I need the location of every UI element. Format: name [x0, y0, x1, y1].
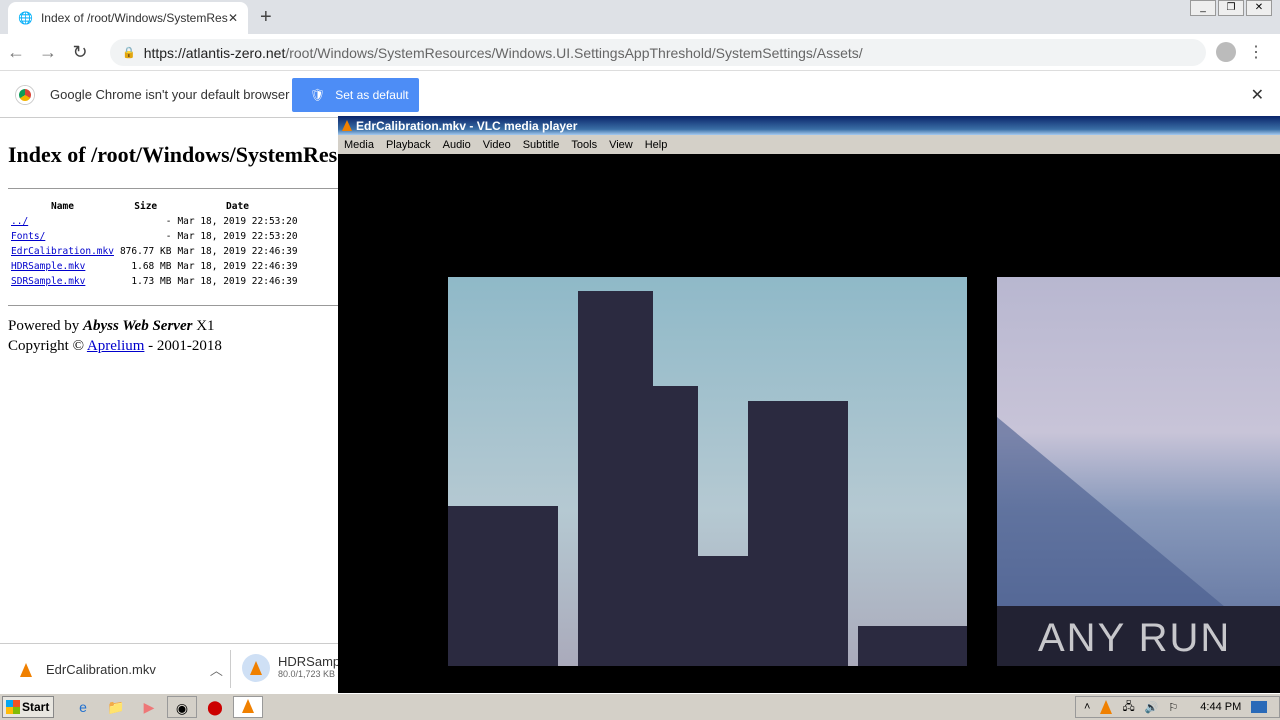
col-size: Size	[134, 201, 158, 212]
footer: Powered by Abyss Web Server X1 Copyright…	[8, 316, 338, 356]
vlc-menubar: Media Playback Audio Video Subtitle Tools View…	[338, 135, 1280, 154]
chrome-icon	[16, 85, 34, 104]
vlc-taskbar-icon[interactable]	[233, 696, 263, 718]
network-icon[interactable]: 🖧	[1122, 698, 1134, 717]
close-window-button[interactable]: ✕	[1246, 0, 1272, 16]
opera-icon[interactable]: ⬤	[200, 696, 230, 718]
volume-icon[interactable]: 🔊	[1145, 701, 1159, 714]
vlc-menu-view[interactable]: View	[603, 139, 639, 151]
server-name: Abyss Web Server	[83, 318, 193, 334]
file-size: -	[165, 216, 172, 227]
download-item[interactable]: HDRSample 80.0/1,723 KB	[242, 654, 350, 682]
file-date: Mar 18, 2019 22:53:20	[177, 231, 298, 242]
file-date: Mar 18, 2019 22:46:39	[177, 276, 298, 287]
page-content: Index of /root/Windows/SystemResources/W…	[0, 120, 338, 643]
default-browser-infobar: Google Chrome isn't your default browser…	[0, 72, 1280, 118]
file-link[interactable]: Fonts/	[11, 231, 45, 242]
chevron-up-icon[interactable]: ︿	[210, 660, 223, 679]
tab-title: Index of /root/Windows/SystemResources	[40, 11, 228, 25]
media-player-icon[interactable]: ▶	[134, 696, 164, 718]
file-link[interactable]: SDRSample.mkv	[11, 276, 85, 287]
table-row: HDRSample.mkv 1.68 MB Mar 18, 2019 22:46:3…	[8, 259, 301, 274]
shield-icon: 🛡	[310, 88, 326, 102]
vlc-menu-audio[interactable]: Audio	[437, 139, 477, 151]
table-row: EdrCalibration.mkv 876.77 KB Mar 18, 2019 …	[8, 244, 301, 259]
video-frame-city	[448, 277, 967, 666]
close-tab-icon[interactable]: ✕	[228, 11, 238, 25]
copyright: Copyright ©	[8, 338, 84, 354]
close-infobar-icon[interactable]: ✕	[1251, 85, 1264, 105]
show-hidden-icons[interactable]: ˄	[1084, 701, 1090, 713]
vlc-menu-tools[interactable]: Tools	[565, 139, 603, 151]
restore-button[interactable]: ❐	[1218, 0, 1244, 16]
back-button[interactable]: ←	[0, 42, 32, 63]
file-link[interactable]: HDRSample.mkv	[11, 261, 85, 272]
vlc-icon	[342, 120, 352, 131]
watermark: ANY RUN	[1038, 616, 1232, 660]
windows-logo-icon	[6, 700, 20, 714]
set-as-default-button[interactable]: 🛡 Set as default	[292, 78, 419, 112]
tab-bar: 🌐 Index of /root/Windows/SystemResources…	[0, 0, 1280, 34]
lock-icon: 🔒	[122, 47, 136, 59]
browser-tab[interactable]: 🌐 Index of /root/Windows/SystemResources…	[8, 2, 248, 34]
reload-button[interactable]: ↻	[64, 42, 96, 63]
vlc-tray-icon[interactable]	[1100, 700, 1113, 714]
vlc-window: EdrCalibration.mkv - VLC media player Me…	[338, 116, 1280, 693]
powered-by: Powered by	[8, 318, 80, 334]
start-button[interactable]: Start	[2, 696, 54, 718]
download-shelf: EdrCalibration.mkv ︿ HDRSample 80.0/1,723…	[0, 643, 350, 693]
flag-icon[interactable]: ⚐	[1168, 701, 1178, 714]
url-path: /root/Windows/SystemResources/Windows.UI…	[285, 44, 863, 61]
server-version: X1	[196, 318, 215, 334]
table-row: ../ - Mar 18, 2019 22:53:20	[8, 214, 301, 229]
ie-icon[interactable]: e	[68, 696, 98, 718]
file-size: 876.77 KB	[119, 246, 172, 257]
address-bar[interactable]: 🔒 https://atlantis-zero.net/root/Windows…	[110, 39, 1206, 66]
file-size: -	[165, 231, 172, 242]
aprelium-link[interactable]: Aprelium	[87, 338, 145, 354]
explorer-icon[interactable]: 📁	[101, 696, 131, 718]
clock[interactable]: 4:44 PM	[1200, 701, 1241, 713]
vlc-menu-help[interactable]: Help	[639, 139, 674, 151]
col-date: Date	[226, 201, 249, 212]
file-date: Mar 18, 2019 22:53:20	[177, 216, 298, 227]
forward-button[interactable]: →	[32, 42, 64, 63]
download-name: EdrCalibration.mkv	[46, 662, 156, 677]
url-host: https://atlantis-zero.net	[143, 44, 286, 61]
minimize-button[interactable]: _	[1190, 0, 1216, 16]
table-row: Fonts/ - Mar 18, 2019 22:53:20	[8, 229, 301, 244]
file-date: Mar 18, 2019 22:46:39	[177, 261, 298, 272]
vlc-icon	[242, 654, 270, 682]
vlc-titlebar[interactable]: EdrCalibration.mkv - VLC media player	[338, 116, 1280, 135]
download-item[interactable]: EdrCalibration.mkv ︿	[20, 660, 223, 679]
video-frame-mountain	[997, 277, 1280, 666]
button-label: Set as default	[335, 88, 409, 102]
vlc-menu-subtitle[interactable]: Subtitle	[517, 139, 566, 151]
file-date: Mar 18, 2019 22:46:39	[177, 246, 298, 257]
window-title: EdrCalibration.mkv - VLC media player	[356, 118, 578, 133]
system-tray: ˄ 🖧 🔊 ⚐ 4:44 PM	[1075, 696, 1280, 718]
chrome-taskbar-icon[interactable]: ◉	[167, 696, 197, 718]
vlc-menu-media[interactable]: Media	[338, 139, 380, 151]
vlc-icon	[20, 662, 32, 677]
file-link[interactable]: ../	[11, 216, 28, 227]
copyright-years: - 2001-2018	[148, 338, 222, 354]
taskbar: Start e 📁 ▶ ◉ ⬤ ˄ 🖧 🔊 ⚐ 4:44 PM	[0, 693, 1280, 720]
start-label: Start	[22, 700, 50, 714]
file-table: Name Size Date ../- Mar 18, 2019 22:53:20 Fo…	[8, 199, 301, 289]
file-link[interactable]: EdrCalibration.mkv	[11, 246, 114, 257]
table-row: SDRSample.mkv 1.73 MB Mar 18, 2019 22:46:3…	[8, 274, 301, 289]
show-desktop-icon[interactable]	[1251, 701, 1268, 713]
col-name: Name	[51, 201, 74, 212]
new-tab-button[interactable]: +	[260, 6, 272, 29]
menu-icon[interactable]: ⋮	[1248, 42, 1264, 62]
vlc-menu-video[interactable]: Video	[477, 139, 517, 151]
vlc-menu-playback[interactable]: Playback	[380, 139, 437, 151]
file-size: 1.73 MB	[131, 276, 172, 287]
page-title: Index of /root/Windows/SystemResources/W…	[8, 142, 338, 167]
globe-icon: 🌐	[18, 11, 33, 25]
file-size: 1.68 MB	[131, 261, 172, 272]
infobar-message: Google Chrome isn't your default browser	[50, 87, 290, 102]
profile-avatar[interactable]	[1216, 42, 1236, 62]
